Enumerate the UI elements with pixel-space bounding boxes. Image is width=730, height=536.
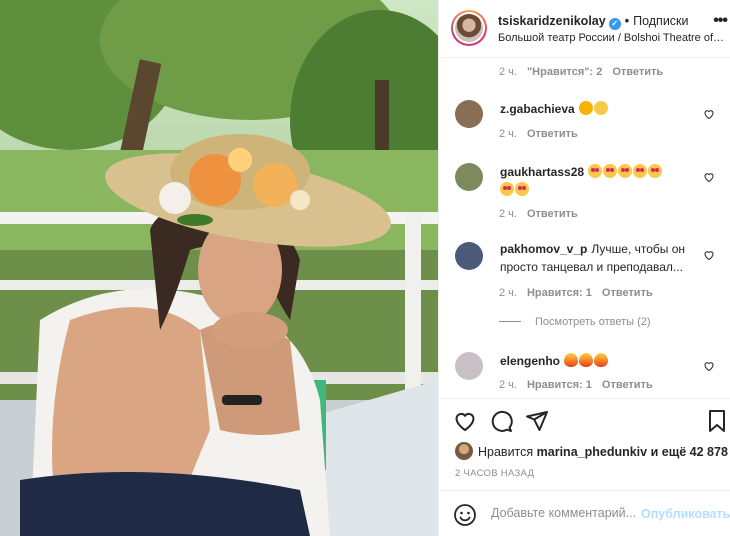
fire-emoji-icon: [579, 353, 594, 367]
heart-eyes-emoji-icon: [603, 164, 618, 178]
reply-button[interactable]: Ответить: [527, 128, 578, 140]
fire-emoji-icon: [564, 353, 579, 367]
reply-button[interactable]: Ответить: [612, 66, 663, 78]
heart-eyes-emoji-icon: [500, 182, 514, 196]
post-actions-bar: [439, 398, 730, 442]
view-replies-label: Посмотреть ответы (2): [535, 316, 651, 328]
post-time-ago[interactable]: 2 ЧАСОВ НАЗАД: [455, 468, 534, 479]
commenter-avatar[interactable]: [455, 163, 483, 191]
comments-panel: tsiskaridzenikolay ✓ • Подписки Большой теа…: [438, 0, 730, 536]
like-comment-heart-icon[interactable]: [703, 171, 715, 183]
commenter-username[interactable]: gaukhartass28: [500, 165, 584, 179]
heart-eyes-emoji-icon: [633, 164, 648, 178]
verified-icon: ✓: [608, 18, 621, 30]
comment-time: 2 ч.: [499, 379, 517, 391]
comment-meta: 2 ч. Нравится: 1 Ответить: [499, 287, 663, 299]
comment-likes[interactable]: "Нравится": 2: [527, 66, 602, 78]
comment-body: z.gabachieva: [500, 100, 609, 118]
comment-body: pakhomov_v_p Лучше, чтобы он просто танцев…: [500, 240, 722, 276]
view-replies-button[interactable]: Посмотреть ответы (2): [499, 316, 651, 328]
comment-meta: 2 ч. Ответить: [499, 128, 588, 140]
bookmark-icon[interactable]: [705, 409, 729, 433]
comment-time: 2 ч.: [499, 66, 517, 78]
comment-meta: 2 ч. Нравится: 1 Ответить: [499, 379, 663, 391]
commenter-avatar[interactable]: [455, 352, 483, 380]
owner-avatar[interactable]: [451, 10, 487, 46]
comment-body: gaukhartass28: [500, 163, 710, 199]
comment-time: 2 ч.: [499, 128, 517, 140]
follow-button[interactable]: Подписки: [633, 14, 688, 28]
commenter-username[interactable]: pakhomov_v_p: [500, 242, 587, 256]
liker-username[interactable]: marina_phedunkiv: [537, 445, 647, 459]
comment-body: elengenho: [500, 352, 609, 370]
reply-button[interactable]: Ответить: [602, 379, 653, 391]
reply-button[interactable]: Ответить: [527, 208, 578, 220]
owner-line: tsiskaridzenikolay ✓ • Подписки: [498, 14, 689, 30]
like-comment-heart-icon[interactable]: [703, 360, 715, 372]
heart-eyes-emoji-icon: [588, 164, 603, 178]
likes-prefix: Нравится: [478, 445, 534, 459]
liker-avatar[interactable]: [455, 442, 473, 460]
paper-plane-icon[interactable]: [525, 409, 549, 433]
comment-meta: 2 ч. Ответить: [499, 208, 588, 220]
laugh-emoji-icon: [593, 101, 608, 115]
fire-emoji-icon: [594, 353, 609, 367]
heart-eyes-emoji-icon: [648, 164, 663, 178]
clap-emoji-icon: [578, 101, 593, 115]
commenter-username[interactable]: elengenho: [500, 354, 560, 368]
post-header: tsiskaridzenikolay ✓ • Подписки Большой теа…: [439, 0, 730, 58]
post-photo[interactable]: [0, 0, 438, 536]
publish-button[interactable]: Опубликовать: [641, 507, 730, 521]
prev-comment-meta: 2 ч. "Нравится": 2 Ответить: [499, 66, 673, 78]
comment-likes[interactable]: Нравится: 1: [527, 287, 592, 299]
commenter-username[interactable]: z.gabachieva: [500, 102, 575, 116]
comment-input[interactable]: [491, 506, 641, 520]
commenter-avatar[interactable]: [455, 100, 483, 128]
heart-icon[interactable]: [453, 409, 477, 433]
heart-eyes-emoji-icon: [515, 182, 529, 196]
smile-icon[interactable]: [453, 503, 477, 527]
heart-eyes-emoji-icon: [618, 164, 633, 178]
like-comment-heart-icon[interactable]: [703, 249, 715, 261]
like-comment-heart-icon[interactable]: [703, 108, 715, 120]
replies-divider-line: [499, 321, 521, 322]
reply-button[interactable]: Ответить: [602, 287, 653, 299]
add-comment-bar: Опубликовать: [439, 490, 730, 536]
post-location[interactable]: Большой театр России / Bolshoi Theatre o…: [498, 32, 726, 44]
likes-count[interactable]: и ещё 42 878: [651, 445, 728, 459]
more-options-icon[interactable]: •••: [713, 12, 728, 30]
comment-text-line1: Лучше, чтобы он: [591, 242, 686, 256]
comment-time: 2 ч.: [499, 287, 517, 299]
likes-summary: Нравится marina_phedunkiv и ещё 42 878: [455, 442, 728, 460]
comment-likes[interactable]: Нравится: 1: [527, 379, 592, 391]
comment-text-line2: просто танцевал и преподавал...: [500, 260, 683, 274]
photo-illustration: [0, 0, 438, 536]
owner-username[interactable]: tsiskaridzenikolay: [498, 14, 606, 28]
separator-dot: •: [624, 14, 630, 28]
comment-icon[interactable]: [489, 409, 513, 433]
commenter-avatar[interactable]: [455, 242, 483, 270]
comment-time: 2 ч.: [499, 208, 517, 220]
